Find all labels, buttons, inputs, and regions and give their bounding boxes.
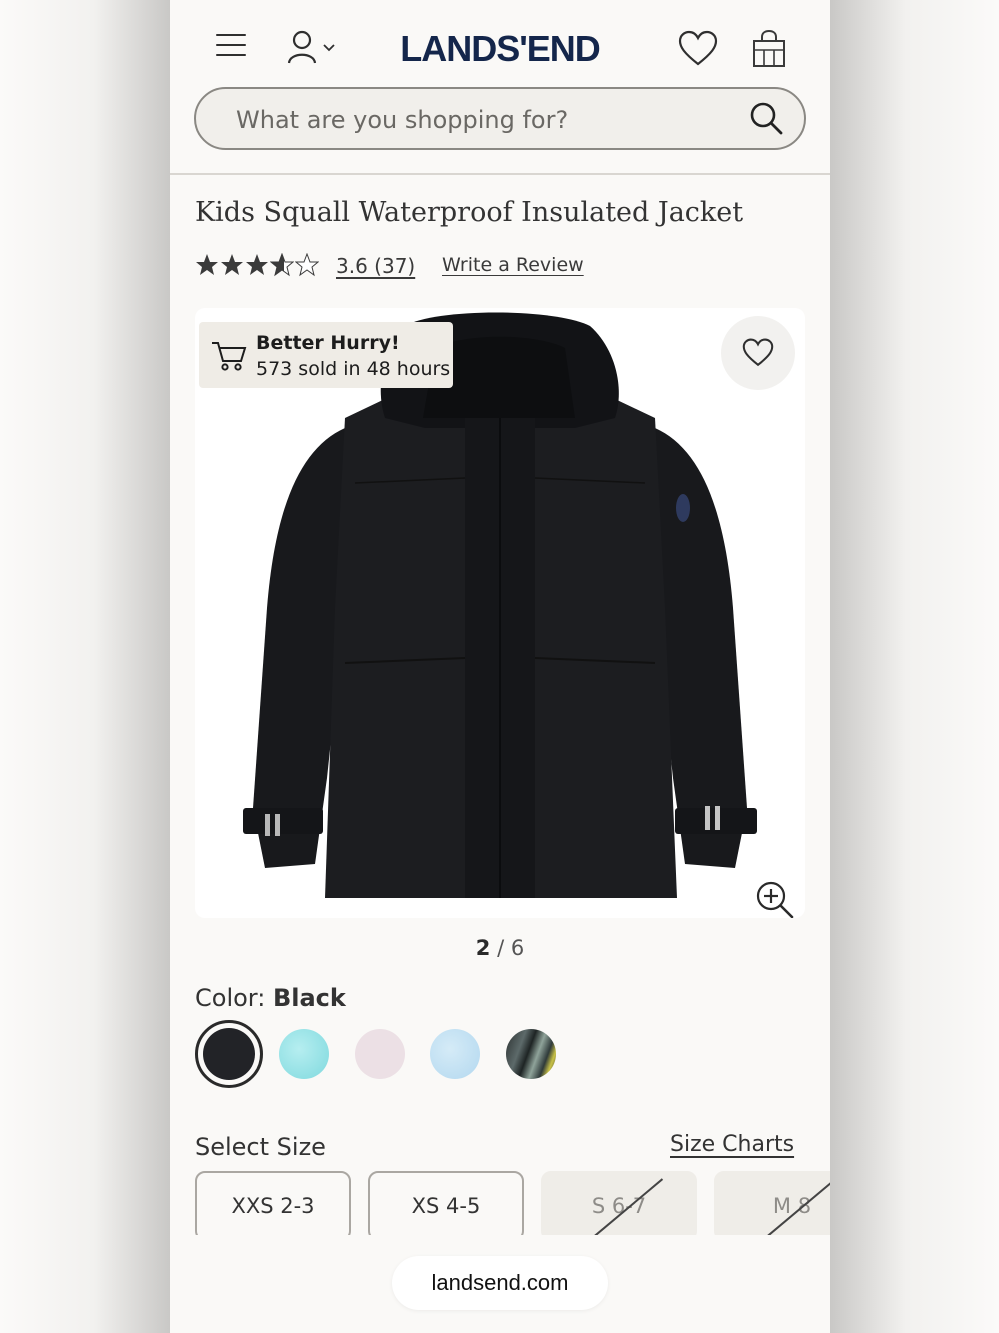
product-image-carousel[interactable]: Better Hurry! 573 sold in 48 hours [195, 308, 805, 918]
swatch-aqua[interactable] [279, 1029, 329, 1079]
badge-subtitle: 573 sold in 48 hours [256, 358, 451, 380]
swatch-pattern[interactable] [506, 1029, 556, 1079]
color-label: Color: Black [195, 984, 346, 1012]
star-icon [196, 254, 218, 275]
urgency-badge: Better Hurry! 573 sold in 48 hours [199, 322, 453, 388]
star-icon [246, 254, 268, 275]
shopping-bag-button[interactable] [752, 29, 786, 68]
background-right [830, 0, 999, 1333]
color-swatches [195, 1020, 595, 1090]
jacket-image [243, 312, 757, 898]
rating-count-link[interactable]: 3.6 (37) [336, 254, 415, 278]
search-input[interactable] [236, 104, 716, 136]
product-title: Kids Squall Waterproof Insulated Jacket [195, 197, 744, 228]
size-xs-button[interactable]: XS 4-5 [368, 1171, 524, 1241]
select-size-label: Select Size [195, 1133, 326, 1161]
add-to-wishlist-button[interactable] [721, 316, 795, 390]
menu-icon[interactable] [216, 34, 246, 58]
size-m-button[interactable]: M 8 [714, 1171, 830, 1241]
pager-total: / 6 [490, 936, 525, 960]
star-icon [221, 254, 243, 275]
star-empty-icon [295, 253, 319, 277]
heart-icon [742, 338, 774, 367]
mobile-page: LANDS'END Kids Squall Waterproof Insulat… [170, 0, 830, 1333]
zoom-in-icon[interactable] [755, 880, 795, 918]
size-xxs-button[interactable]: XXS 2-3 [195, 1171, 351, 1241]
background-left [0, 0, 170, 1333]
image-pager: 2 / 6 [170, 936, 830, 960]
search-bar[interactable] [194, 87, 806, 150]
site-header: LANDS'END [170, 0, 830, 175]
pager-current: 2 [475, 936, 491, 960]
swatch-pink[interactable] [355, 1029, 405, 1079]
size-options: XXS 2-3 XS 4-5 S 6-7 M 8 [195, 1171, 830, 1241]
logo[interactable]: LANDS'END [385, 28, 615, 70]
badge-title: Better Hurry! [256, 332, 400, 354]
browser-url-bar[interactable]: landsend.com [392, 1256, 608, 1310]
swatch-light-blue[interactable] [430, 1029, 480, 1079]
star-half-icon [270, 253, 294, 277]
account-button[interactable] [287, 30, 339, 66]
swatch-black[interactable] [195, 1020, 263, 1088]
heart-icon [678, 30, 718, 66]
wishlist-button[interactable] [678, 30, 718, 68]
search-icon[interactable] [749, 101, 785, 137]
size-s-button[interactable]: S 6-7 [541, 1171, 697, 1241]
selected-color-name: Black [272, 984, 346, 1012]
bag-icon [753, 29, 785, 67]
write-review-link[interactable]: Write a Review [442, 254, 584, 276]
size-charts-link[interactable]: Size Charts [670, 1132, 794, 1157]
rating-stars[interactable] [195, 253, 321, 279]
color-label-prefix: Color: [195, 984, 273, 1012]
account-icon [287, 30, 335, 64]
cart-icon [212, 342, 247, 371]
